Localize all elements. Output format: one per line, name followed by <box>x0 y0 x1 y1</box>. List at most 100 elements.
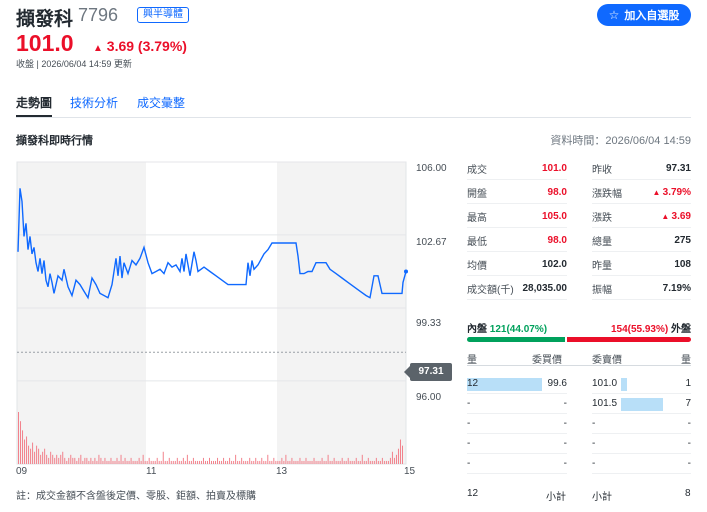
volume-bar <box>313 457 315 464</box>
volume-bar <box>64 457 66 464</box>
bid-qty-header: 量 <box>467 355 477 366</box>
volume-bar <box>239 460 241 464</box>
volume-bar <box>46 454 48 464</box>
volume-bar <box>90 457 92 464</box>
intraday-chart[interactable] <box>16 160 408 466</box>
volume-bar <box>70 454 72 464</box>
volume-bar <box>58 457 60 464</box>
quote-value-text: 98.0 <box>547 187 567 198</box>
chart-footnote: 註：成交金額不含盤後定價、零股、鉅額、拍賣及標購 <box>16 491 256 502</box>
quote-value: 97.31 <box>666 163 691 174</box>
volume-bar <box>231 460 233 464</box>
volume-bar <box>28 445 30 464</box>
tab-trade-summary[interactable]: 成交彙整 <box>137 94 185 111</box>
quote-label: 最低 <box>467 237 487 248</box>
quote-value-text: 105.0 <box>541 211 567 222</box>
volume-bar <box>88 460 90 464</box>
quote-value-text: 3.69 <box>671 211 691 222</box>
ask-qty: - <box>687 458 691 469</box>
volume-bar <box>86 457 88 464</box>
volume-bar <box>26 436 28 464</box>
volume-bar <box>367 457 369 464</box>
bid-price: - <box>563 398 567 409</box>
volume-bar <box>22 430 24 464</box>
ask-total: 8 <box>685 488 691 499</box>
volume-bar <box>273 457 275 464</box>
volume-bar <box>375 457 377 464</box>
volume-bar <box>321 457 323 464</box>
stock-code: 7796 <box>78 5 119 25</box>
volume-bar <box>44 448 46 464</box>
bid-qty: 12 <box>467 378 479 389</box>
data-timestamp: 資料時間：2026/06/04 14:59 <box>550 135 691 147</box>
volume-bar <box>391 451 393 464</box>
volume-bar <box>337 460 339 464</box>
ask-qty-header: 量 <box>681 355 691 366</box>
volume-bar <box>385 460 387 464</box>
ask-row: 101.0 1 <box>592 374 691 394</box>
volume-bar <box>335 460 337 464</box>
volume-bar <box>235 454 237 464</box>
quote-value: 7.19% <box>663 283 691 294</box>
volume-bar <box>305 457 307 464</box>
volume-bar <box>345 460 347 464</box>
ask-price-header: 委賣價 <box>592 355 622 366</box>
volume-bar <box>317 460 319 464</box>
tab-trend-chart[interactable]: 走勢圖 <box>16 94 52 111</box>
volume-bar <box>150 460 152 464</box>
quote-value-text: 101.0 <box>541 163 567 174</box>
volume-bar <box>116 457 118 464</box>
quote-value-text: 98.0 <box>547 235 567 246</box>
quote-value-text: 7.19% <box>662 283 691 294</box>
volume-bar <box>301 460 303 464</box>
volume-bar <box>219 460 221 464</box>
volume-bar <box>124 457 126 464</box>
volume-bar <box>349 460 351 464</box>
volume-bar <box>134 460 136 464</box>
volume-bar <box>269 460 271 464</box>
volume-bar <box>102 460 104 464</box>
quote-value: ▲ 3.69 <box>661 211 691 222</box>
add-to-watchlist-button[interactable]: ☆ 加入自選股 <box>597 4 691 26</box>
y-axis-label: 106.00 <box>416 163 447 174</box>
volume-bar <box>311 460 313 464</box>
volume-bar <box>126 460 128 464</box>
quote-row: 昨收 97.31 <box>592 158 691 180</box>
volume-bar <box>82 460 84 464</box>
volume-bar <box>253 460 255 464</box>
volume-bar <box>265 460 267 464</box>
volume-bar <box>24 439 26 464</box>
volume-bar <box>355 457 357 464</box>
section-title: 擷發科即時行情 <box>16 135 93 147</box>
volume-bar <box>275 460 277 464</box>
volume-bar <box>257 460 259 464</box>
volume-bar <box>319 460 321 464</box>
tabs-divider <box>16 117 691 118</box>
quote-label: 成交 <box>467 165 487 176</box>
quote-value: 275 <box>674 235 691 246</box>
quote-value: 28,035.00 <box>523 283 568 294</box>
sector-tag-badge[interactable]: 興半導體 <box>137 7 189 23</box>
volume-bar <box>401 445 403 464</box>
volume-bar <box>363 460 365 464</box>
volume-bar <box>387 460 389 464</box>
volume-bar <box>78 457 80 464</box>
ask-row: -- <box>592 434 691 454</box>
volume-bar <box>136 460 138 464</box>
volume-bar <box>227 460 229 464</box>
volume-bar <box>68 457 70 464</box>
volume-bar <box>299 457 301 464</box>
volume-bar <box>277 460 279 464</box>
volume-bar <box>213 460 215 464</box>
volume-bar <box>18 412 19 464</box>
quote-row: 最高 105.0 <box>467 206 567 228</box>
volume-bar <box>168 457 170 464</box>
volume-bar <box>66 460 68 464</box>
tab-technical-analysis[interactable]: 技術分析 <box>70 94 118 111</box>
volume-bar <box>170 460 172 464</box>
volume-bar <box>327 454 329 464</box>
volume-bar <box>182 457 184 464</box>
volume-bar <box>122 460 124 464</box>
volume-bar <box>297 460 299 464</box>
add-to-watchlist-label: 加入自選股 <box>624 10 680 22</box>
